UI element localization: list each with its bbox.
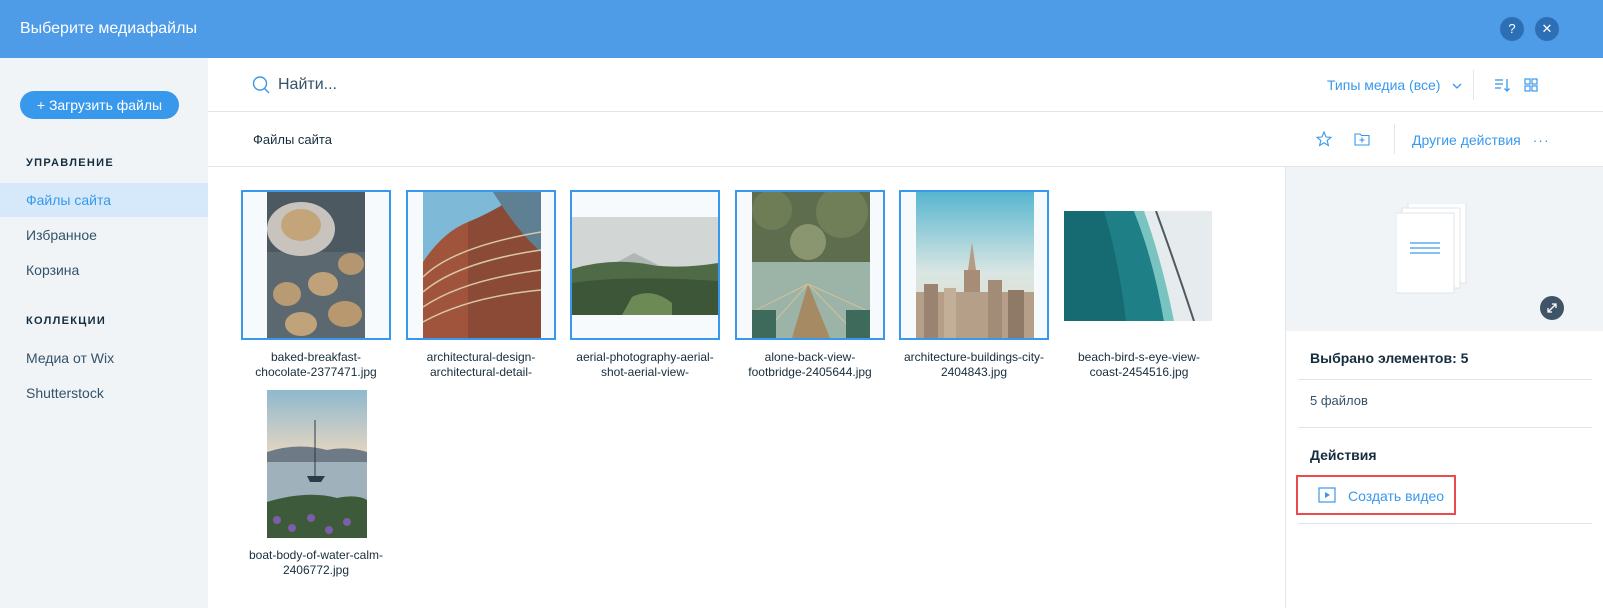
search-icon	[252, 76, 270, 94]
beach-thumbnail	[1064, 211, 1212, 321]
selected-count: Выбрано элементов: 5	[1310, 350, 1469, 366]
media-tile-footbridge[interactable]	[735, 190, 885, 340]
file-name: beach-bird-s-eye-view-coast-2454516.jpg	[1077, 350, 1201, 379]
expand-icon	[1547, 303, 1557, 313]
multiple-files-icon	[1396, 203, 1467, 294]
divider	[1298, 427, 1592, 428]
building-thumbnail	[423, 192, 541, 338]
more-actions-button[interactable]: Другие действия ···	[1412, 132, 1550, 148]
sort-icon[interactable]	[1493, 76, 1511, 94]
media-tile-boat[interactable]	[241, 390, 391, 540]
sidebar-item-shutterstock[interactable]: Shutterstock	[0, 376, 208, 410]
files-count: 5 файлов	[1310, 393, 1368, 408]
selection-preview	[1286, 167, 1603, 331]
modal-title: Выберите медиафайлы	[20, 20, 197, 37]
close-button[interactable]: ✕	[1535, 17, 1559, 41]
actions-heading: Действия	[1310, 447, 1377, 463]
file-name: architecture-buildings-city- 2404843.jpg	[903, 350, 1045, 379]
create-video-label: Создать видео	[1348, 488, 1445, 504]
cookies-thumbnail	[267, 192, 365, 338]
boat-thumbnail	[267, 390, 367, 538]
sidebar: + Загрузить файлы УПРАВЛЕНИЕ Файлы сайта…	[0, 58, 208, 608]
aerial-landscape-thumbnail	[572, 217, 718, 315]
file-name: baked-breakfast-chocolate-2377471.jpg	[255, 350, 377, 379]
footbridge-thumbnail	[752, 192, 870, 338]
media-tile-beach[interactable]	[1064, 190, 1214, 340]
sidebar-item-favorites[interactable]: Избранное	[0, 218, 208, 252]
media-tile-city[interactable]	[899, 190, 1049, 340]
manage-heading: УПРАВЛЕНИЕ	[26, 157, 114, 169]
city-thumbnail	[916, 192, 1034, 338]
file-name: architectural-design-architectural-detai…	[426, 350, 536, 379]
sidebar-item-wix-media[interactable]: Медиа от Wix	[0, 341, 208, 375]
sidebar-item-trash[interactable]: Корзина	[0, 253, 208, 287]
chevron-down-icon	[1452, 83, 1462, 89]
video-icon	[1318, 487, 1336, 503]
divider	[1298, 379, 1592, 380]
path-bar-divider	[1394, 124, 1395, 154]
file-name: aerial-photography-aerial-shot-aerial-vi…	[576, 350, 714, 379]
file-name: alone-back-view-footbridge-2405644.jpg	[748, 350, 872, 379]
divider	[1298, 523, 1592, 524]
details-panel: Выбрано элементов: 5 5 файлов Действия С…	[1285, 167, 1603, 608]
new-folder-icon[interactable]	[1353, 130, 1371, 148]
more-icon: ···	[1532, 132, 1550, 148]
toolbar-divider	[1473, 70, 1474, 100]
media-tile-aerial-landscape[interactable]	[570, 190, 720, 340]
grid-view-icon[interactable]	[1522, 76, 1540, 94]
expand-preview-button[interactable]	[1540, 296, 1564, 320]
upload-files-button[interactable]: + Загрузить файлы	[20, 91, 179, 119]
more-actions-label: Другие действия	[1412, 132, 1521, 148]
media-grid: baked-breakfast-chocolate-2377471.jpg ar…	[208, 167, 1285, 608]
search-bar: Типы медиа (все)	[208, 58, 1603, 112]
media-types-label: Типы медиа (все)	[1327, 77, 1441, 93]
sidebar-item-site-files[interactable]: Файлы сайта	[0, 183, 208, 217]
breadcrumb: Файлы сайта	[253, 132, 332, 147]
file-name: boat-body-of-water-calm- 2406772.jpg	[248, 548, 384, 577]
search-input[interactable]	[278, 74, 778, 96]
star-icon[interactable]	[1315, 130, 1333, 148]
create-video-button[interactable]: Создать видео	[1296, 475, 1456, 515]
media-tile-building[interactable]	[406, 190, 556, 340]
modal-header: Выберите медиафайлы ? ✕	[0, 0, 1603, 58]
help-button[interactable]: ?	[1500, 17, 1524, 41]
folder-bar: Файлы сайта Другие действия ···	[208, 112, 1603, 167]
collections-heading: КОЛЛЕКЦИИ	[26, 315, 107, 327]
media-tile-cookies[interactable]	[241, 190, 391, 340]
media-types-dropdown[interactable]: Типы медиа (все)	[1327, 77, 1462, 93]
